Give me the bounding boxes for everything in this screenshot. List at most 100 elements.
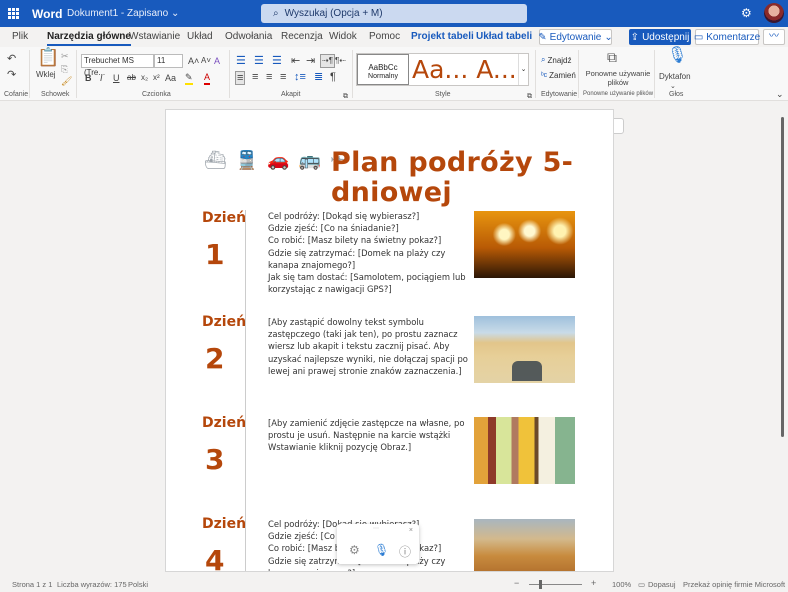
paste-label[interactable]: Wklej — [36, 69, 56, 81]
concert-photo[interactable] — [474, 211, 575, 278]
zoom-slider[interactable] — [529, 584, 582, 585]
day-label[interactable]: Dzień — [202, 516, 246, 532]
document-page[interactable]: ⛴ 🚆 🚗 🚌 ✈ Plan podróży 5-dniowej Dzień 1… — [165, 109, 614, 572]
comments-button[interactable]: ▭ Komentarze — [694, 29, 760, 45]
highlight-icon[interactable]: ✎ — [185, 71, 193, 85]
font-color-icon[interactable]: A — [204, 71, 211, 85]
language[interactable]: Polski — [128, 580, 148, 589]
scrollbar-thumb[interactable] — [781, 117, 784, 437]
feedback-link[interactable]: Przekaż opinię firmie Microsoft — [683, 580, 785, 589]
style-normal[interactable]: AaBbCc Normalny — [357, 54, 409, 85]
align-center-icon[interactable]: ≡ — [252, 71, 258, 83]
styles-dialog-launcher-icon[interactable]: ⧉ — [527, 91, 532, 103]
travel-icons: ⛴ 🚆 🚗 🚌 ✈ — [204, 150, 345, 171]
show-formatting-icon[interactable]: ¶ — [330, 71, 336, 83]
reuse-files-icon[interactable]: ⧉ — [607, 50, 617, 64]
tab-home[interactable]: Narzędzia główne — [47, 31, 131, 46]
style-heading[interactable]: Aa... A... — [412, 54, 517, 85]
day-label[interactable]: Dzień — [202, 415, 246, 431]
subscript-icon[interactable]: x₂ — [141, 72, 148, 84]
day-number[interactable]: 1 — [202, 238, 246, 271]
zoom-in-icon[interactable]: + — [591, 578, 596, 588]
tab-table-design[interactable]: Projekt tabeli — [411, 31, 474, 42]
italic-icon[interactable]: I — [100, 72, 103, 84]
document-title[interactable]: Dokument1 - Zapisano ⌄ — [67, 8, 179, 19]
day-2-details[interactable]: [Aby zastąpić dowolny tekst symbolu zast… — [268, 316, 468, 377]
tab-file[interactable]: Plik — [12, 31, 28, 42]
zoom-out-icon[interactable]: − — [514, 578, 519, 588]
undo-icon[interactable]: ↶ — [7, 53, 16, 65]
redo-icon[interactable]: ↷ — [7, 69, 16, 81]
settings-gear-icon[interactable]: ⚙ — [741, 7, 753, 19]
grow-font-icon[interactable]: A˄ — [188, 55, 199, 67]
tab-view[interactable]: Widok — [329, 31, 357, 42]
styles-more-chevron-icon[interactable]: ⌄ — [518, 54, 528, 85]
app-launcher-icon[interactable] — [8, 8, 19, 19]
tab-insert[interactable]: Wstawianie — [129, 31, 180, 42]
underline-icon[interactable]: U — [113, 72, 120, 84]
shrink-font-icon[interactable]: A˅ — [201, 55, 211, 67]
zoom-level[interactable]: 100% — [612, 580, 631, 589]
help-icon[interactable]: ⓘ — [399, 543, 411, 560]
font-size-select[interactable]: 11 — [154, 54, 183, 68]
find-button[interactable]: ⌕ Znajdź — [541, 55, 572, 65]
align-right-icon[interactable]: ≡ — [266, 71, 272, 83]
shading-icon[interactable]: ≣ — [314, 71, 323, 83]
fit-icon[interactable]: ▭ — [638, 580, 645, 589]
search-input[interactable]: ⌕ Wyszukaj (Opcja + M) — [261, 4, 527, 23]
reuse-files-button[interactable]: Ponowne używanie plików — [584, 69, 652, 87]
share-button[interactable]: ⇪ Udostępnij — [629, 29, 691, 45]
day-label[interactable]: Dzień — [202, 210, 246, 226]
line-spacing-icon[interactable]: ↕≡ — [294, 71, 306, 83]
day-number[interactable]: 2 — [202, 342, 246, 375]
change-case-icon[interactable]: Aa — [165, 72, 176, 84]
editing-mode-button[interactable]: ✎ Edytowanie ⌄ — [538, 29, 613, 45]
day-1-details[interactable]: Cel podróży: [Dokąd się wybierasz?] Gdzi… — [268, 210, 468, 295]
tab-review[interactable]: Recenzja — [281, 31, 323, 42]
day-label[interactable]: Dzień — [202, 314, 246, 330]
word-count[interactable]: Liczba wyrazów: 175 — [57, 580, 127, 589]
rtl-icon[interactable]: ¶⇠ — [335, 55, 346, 67]
cut-icon[interactable]: ✂ — [61, 50, 69, 62]
increase-indent-icon[interactable]: ⇥ — [306, 55, 315, 67]
beach-photo[interactable] — [474, 316, 575, 383]
ltr-icon[interactable]: ⇢¶ — [320, 54, 335, 68]
dialog-launcher-icon[interactable]: ⧉ — [343, 91, 348, 103]
sandcastle-photo[interactable] — [474, 519, 575, 571]
tab-layout[interactable]: Układ — [187, 31, 213, 42]
tab-table-layout[interactable]: Układ tabeli — [476, 31, 532, 42]
day-number[interactable]: 3 — [202, 443, 246, 476]
drag-handle[interactable]: ⋯ — [373, 525, 379, 532]
copy-icon[interactable]: ⎘ — [61, 63, 68, 75]
activity-button[interactable]: 〰 — [763, 29, 785, 45]
settings-gear-icon[interactable]: ⚙ — [349, 543, 360, 557]
strikethrough-icon[interactable]: ab — [127, 72, 136, 84]
app-name[interactable]: Word — [32, 7, 62, 21]
tab-references[interactable]: Odwołania — [225, 31, 272, 42]
numbering-icon[interactable]: ☰ — [254, 55, 264, 67]
multilevel-list-icon[interactable]: ☰ — [272, 55, 282, 67]
bold-icon[interactable]: B — [85, 72, 92, 84]
close-icon[interactable]: × — [409, 527, 413, 534]
document-title-heading[interactable]: Plan podróży 5-dniowej — [331, 148, 581, 208]
replace-button[interactable]: ᵇc Zamień — [541, 71, 576, 80]
avatar[interactable] — [764, 3, 784, 23]
day-3-details[interactable]: [Aby zamienić zdjęcie zastępcze na własn… — [268, 417, 468, 454]
surfboards-photo[interactable] — [474, 417, 575, 484]
fit-button[interactable]: Dopasuj — [648, 580, 676, 589]
paste-icon[interactable]: 📋 — [37, 48, 59, 66]
microphone-icon[interactable]: 🎙 — [374, 543, 389, 557]
bullets-icon[interactable]: ☰ — [236, 55, 246, 67]
decrease-indent-icon[interactable]: ⇤ — [291, 55, 300, 67]
clear-formatting-icon[interactable]: A — [214, 55, 220, 67]
day-number[interactable]: 4 — [202, 544, 246, 571]
tab-help[interactable]: Pomoc — [369, 31, 400, 42]
align-left-icon[interactable]: ≡ — [235, 71, 246, 85]
collapse-ribbon-chevron-icon[interactable]: ⌄ — [776, 88, 784, 100]
font-name-select[interactable]: Trebuchet MS (Tre... — [81, 54, 154, 77]
format-painter-icon[interactable]: 🖌 — [61, 75, 72, 87]
superscript-icon[interactable]: x² — [153, 72, 160, 84]
zoom-slider-thumb[interactable] — [539, 580, 542, 589]
justify-icon[interactable]: ≡ — [280, 71, 286, 83]
microphone-icon[interactable]: 🎙 — [667, 48, 687, 64]
